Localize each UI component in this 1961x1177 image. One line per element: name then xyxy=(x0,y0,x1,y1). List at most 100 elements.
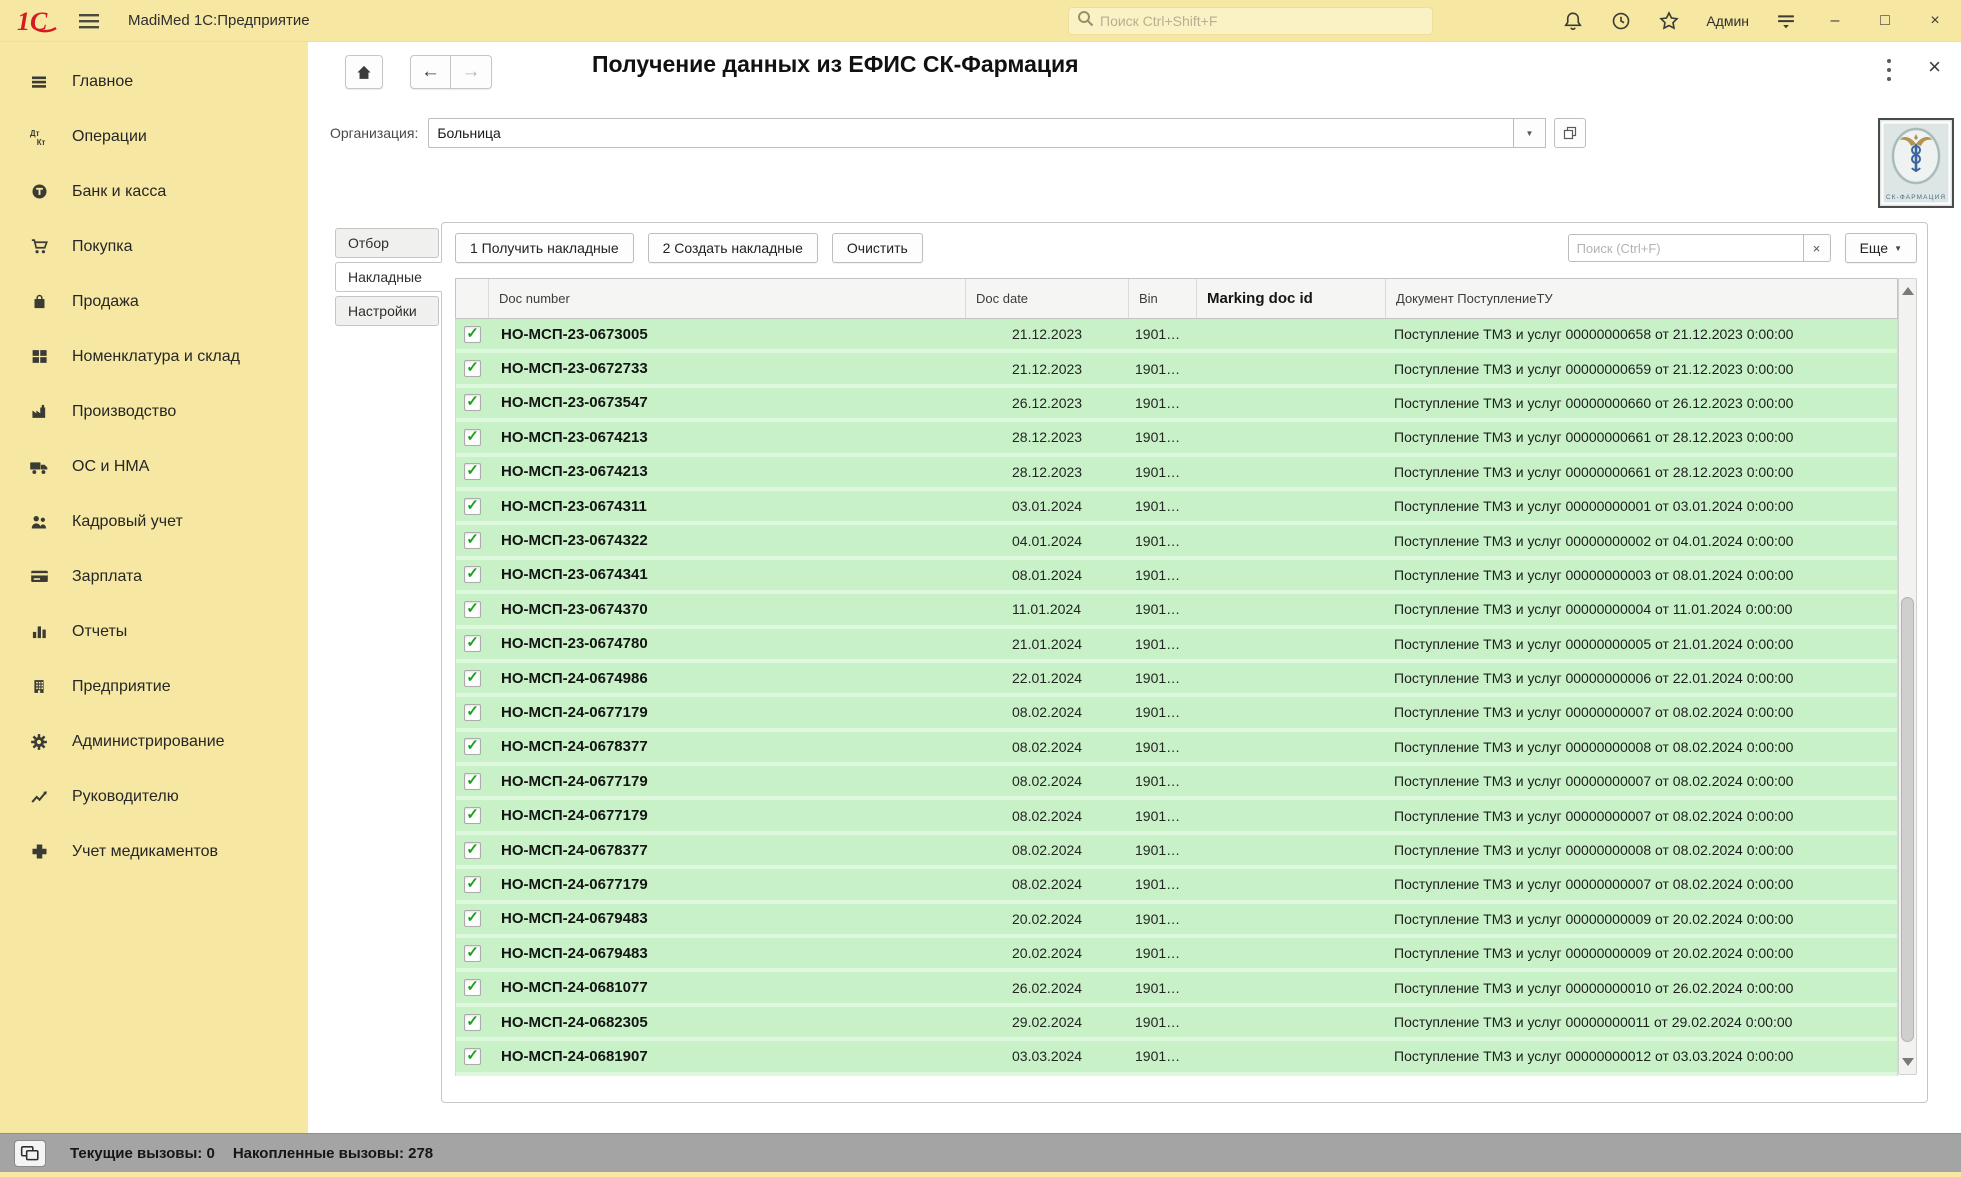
row-checkbox[interactable]: ✓ xyxy=(464,979,481,996)
sidebar-item[interactable]: Руководителю xyxy=(0,769,308,824)
table-row[interactable]: ✓ НО-МСП-24-0677179 08.02.2024 1901… Пос… xyxy=(456,697,1897,731)
more-button[interactable]: Еще▼ xyxy=(1845,233,1917,263)
service-menu-icon[interactable] xyxy=(1775,10,1797,32)
table-row[interactable]: ✓ НО-МСП-24-0679483 20.02.2024 1901… Пос… xyxy=(456,904,1897,938)
table-row[interactable]: ✓ НО-МСП-24-0674986 22.01.2024 1901… Пос… xyxy=(456,663,1897,697)
table-row[interactable]: ✓ НО-МСП-23-0674341 08.01.2024 1901… Пос… xyxy=(456,560,1897,594)
table-row[interactable]: ✓ НО-МСП-24-0677179 08.02.2024 1901… Пос… xyxy=(456,800,1897,834)
table-row[interactable]: ✓ НО-МСП-23-0672733 21.12.2023 1901… Пос… xyxy=(456,353,1897,387)
back-button[interactable]: ← xyxy=(410,55,451,89)
table-row[interactable]: ✓ НО-МСП-23-0674780 21.01.2024 1901… Пос… xyxy=(456,629,1897,663)
table-row[interactable]: ✓ НО-МСП-24-0681077 26.02.2024 1901… Пос… xyxy=(456,972,1897,1006)
user-name[interactable]: Админ xyxy=(1706,13,1749,29)
table-row[interactable]: ✓ НО-МСП-23-0674370 11.01.2024 1901… Пос… xyxy=(456,594,1897,628)
row-checkbox[interactable]: ✓ xyxy=(464,463,481,480)
row-checkbox[interactable]: ✓ xyxy=(464,394,481,411)
table-row[interactable]: ✓ НО-МСП-23-0673547 26.12.2023 1901… Пос… xyxy=(456,388,1897,422)
forward-button[interactable]: → xyxy=(451,55,492,89)
row-checkbox[interactable]: ✓ xyxy=(464,498,481,515)
table-search: × xyxy=(1568,234,1831,262)
home-button[interactable] xyxy=(345,55,383,89)
maximize-icon[interactable]: □ xyxy=(1873,0,1897,42)
row-checkbox[interactable]: ✓ xyxy=(464,773,481,790)
row-checkbox[interactable]: ✓ xyxy=(464,704,481,721)
form-tab[interactable]: Отбор xyxy=(335,228,439,258)
clear-button[interactable]: Очистить xyxy=(832,233,923,263)
global-search-input[interactable] xyxy=(1100,13,1424,29)
minimize-icon[interactable]: – xyxy=(1823,0,1847,42)
column-header[interactable]: Doc number xyxy=(489,279,966,318)
organization-input[interactable] xyxy=(428,118,1514,148)
table-row[interactable]: ✓ НО-МСП-24-0678377 08.02.2024 1901… Пос… xyxy=(456,732,1897,766)
row-checkbox[interactable]: ✓ xyxy=(464,807,481,824)
organization-dropdown-icon[interactable]: ▼ xyxy=(1514,118,1546,148)
global-search[interactable] xyxy=(1068,7,1433,35)
table-row[interactable]: ✓ НО-МСП-23-0674322 04.01.2024 1901… Пос… xyxy=(456,525,1897,559)
row-checkbox[interactable]: ✓ xyxy=(464,566,481,583)
notifications-bell-icon[interactable] xyxy=(1562,10,1584,32)
column-header[interactable]: Документ ПоступлениеТУ xyxy=(1386,279,1897,318)
sidebar-item[interactable]: Предприятие xyxy=(0,659,308,714)
row-checkbox[interactable]: ✓ xyxy=(464,876,481,893)
form-tab[interactable]: Настройки xyxy=(335,296,439,326)
organization-open-icon[interactable] xyxy=(1554,118,1586,148)
sidebar-item[interactable]: Главное xyxy=(0,54,308,109)
table-row[interactable]: ✓ НО-МСП-23-0674213 28.12.2023 1901… Пос… xyxy=(456,457,1897,491)
create-invoices-button[interactable]: 2 Создать накладные xyxy=(648,233,818,263)
table-row[interactable]: ✓ НО-МСП-24-0682305 29.02.2024 1901… Пос… xyxy=(456,1007,1897,1041)
table-row[interactable]: ✓ НО-МСП-24-0677179 08.02.2024 1901… Пос… xyxy=(456,766,1897,800)
client-calls-icon[interactable] xyxy=(14,1140,46,1167)
row-checkbox[interactable]: ✓ xyxy=(464,1014,481,1031)
hamburger-menu-icon[interactable] xyxy=(78,11,102,31)
sidebar-item[interactable]: Отчеты xyxy=(0,604,308,659)
row-checkbox[interactable]: ✓ xyxy=(464,670,481,687)
column-header[interactable]: Doc date xyxy=(966,279,1129,318)
history-clock-icon[interactable] xyxy=(1610,10,1632,32)
form-tab[interactable]: Накладные xyxy=(335,262,442,292)
row-checkbox[interactable]: ✓ xyxy=(464,738,481,755)
table-row[interactable]: ✓ НО-МСП-24-0677179 08.02.2024 1901… Пос… xyxy=(456,869,1897,903)
more-menu-icon[interactable] xyxy=(1879,57,1899,83)
row-checkbox[interactable]: ✓ xyxy=(464,532,481,549)
sidebar-item[interactable]: Номенклатура и склад xyxy=(0,329,308,384)
favorites-star-icon[interactable] xyxy=(1658,10,1680,32)
row-checkbox[interactable]: ✓ xyxy=(464,1048,481,1065)
table-row[interactable]: ✓ НО-МСП-23-0674213 28.12.2023 1901… Пос… xyxy=(456,422,1897,456)
sidebar-item[interactable]: Учет медикаментов xyxy=(0,824,308,879)
table-search-input[interactable] xyxy=(1568,234,1804,262)
sidebar-item[interactable]: ОС и НМА xyxy=(0,439,308,494)
scrollbar-thumb[interactable] xyxy=(1901,597,1914,1042)
sidebar-item[interactable]: Кадровый учет xyxy=(0,494,308,549)
scroll-up-icon[interactable] xyxy=(1902,287,1914,295)
sidebar-item[interactable]: Производство xyxy=(0,384,308,439)
scroll-down-icon[interactable] xyxy=(1902,1058,1914,1066)
get-invoices-button[interactable]: 1 Получить накладные xyxy=(455,233,634,263)
marking-doc-id-cell xyxy=(1197,629,1386,659)
clear-search-icon[interactable]: × xyxy=(1804,234,1831,262)
sidebar-item[interactable]: Покупка xyxy=(0,219,308,274)
row-checkbox[interactable]: ✓ xyxy=(464,326,481,343)
table-row[interactable]: ✓ НО-МСП-23-0673005 21.12.2023 1901… Пос… xyxy=(456,319,1897,353)
table-row[interactable]: ✓ НО-МСП-24-0681907 03.03.2024 1901… Пос… xyxy=(456,1041,1897,1075)
bin-cell: 1901… xyxy=(1129,663,1197,693)
row-checkbox[interactable]: ✓ xyxy=(464,635,481,652)
row-checkbox[interactable]: ✓ xyxy=(464,429,481,446)
table-row[interactable]: ✓ НО-МСП-24-0679483 20.02.2024 1901… Пос… xyxy=(456,938,1897,972)
sidebar-item[interactable]: Зарплата xyxy=(0,549,308,604)
row-checkbox[interactable]: ✓ xyxy=(464,910,481,927)
row-checkbox[interactable]: ✓ xyxy=(464,360,481,377)
row-checkbox[interactable]: ✓ xyxy=(464,945,481,962)
sidebar-item[interactable]: ДтКт Операции xyxy=(0,109,308,164)
row-checkbox[interactable]: ✓ xyxy=(464,601,481,618)
close-form-button[interactable]: × xyxy=(1928,54,1941,80)
column-header[interactable]: Marking doc id xyxy=(1197,279,1386,318)
sidebar-item[interactable]: Администрирование xyxy=(0,714,308,769)
table-row[interactable]: ✓ НО-МСП-24-0678377 08.02.2024 1901… Пос… xyxy=(456,835,1897,869)
close-window-icon[interactable]: × xyxy=(1923,0,1947,42)
row-checkbox[interactable]: ✓ xyxy=(464,842,481,859)
vertical-scrollbar[interactable] xyxy=(1898,278,1917,1075)
sidebar-item[interactable]: Продажа xyxy=(0,274,308,329)
sidebar-item[interactable]: Банк и касса xyxy=(0,164,308,219)
column-header[interactable]: Bin xyxy=(1129,279,1197,318)
table-row[interactable]: ✓ НО-МСП-23-0674311 03.01.2024 1901… Пос… xyxy=(456,491,1897,525)
